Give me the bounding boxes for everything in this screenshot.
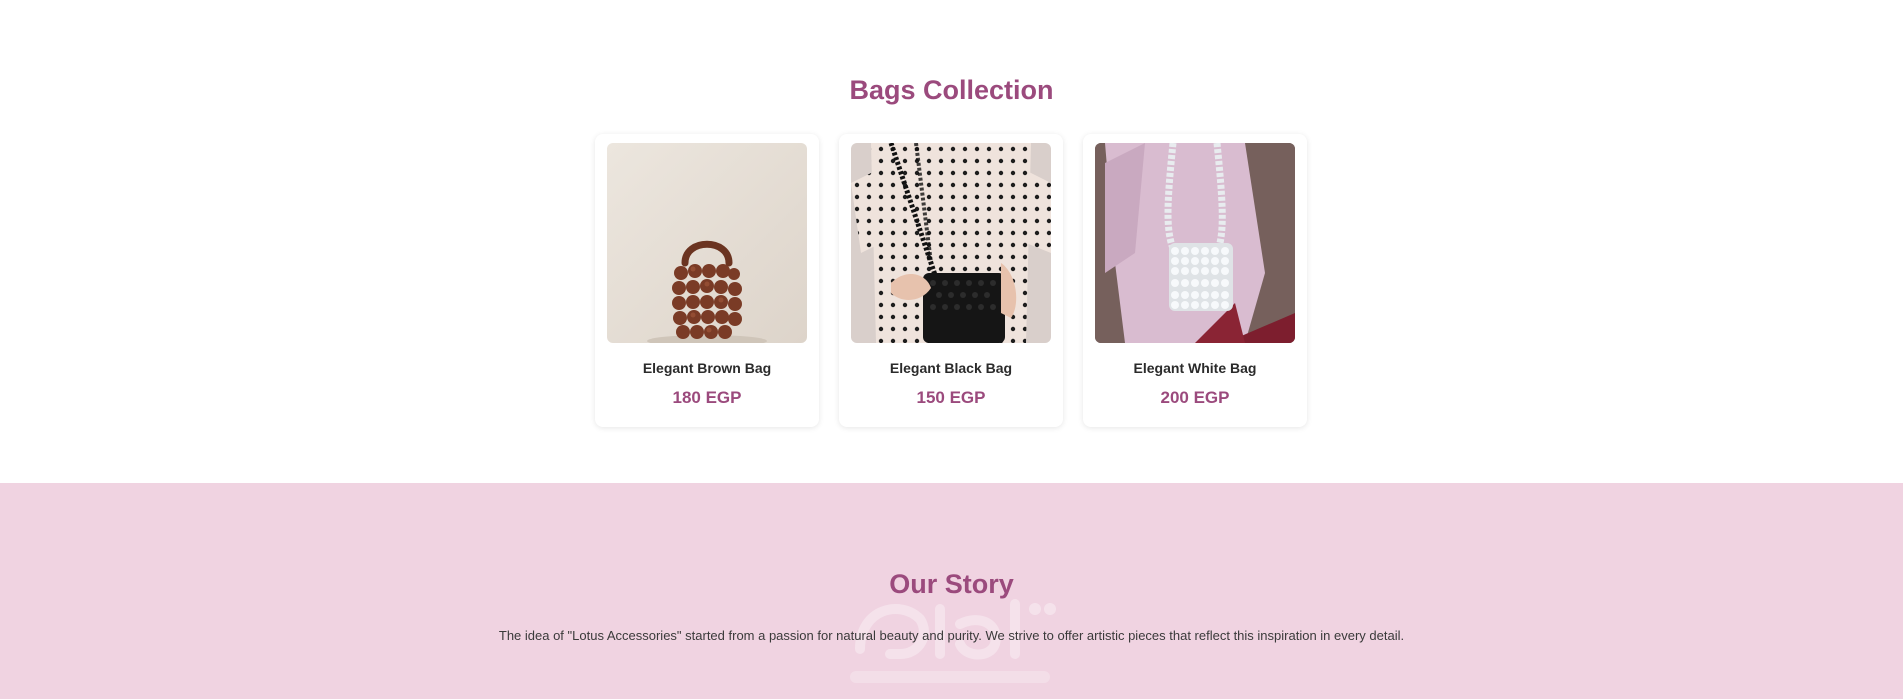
product-card-black-bag[interactable]: Elegant Black Bag 150 EGP: [839, 134, 1063, 427]
bags-collection-title: Bags Collection: [849, 75, 1054, 105]
brown-bag-illustration: [607, 143, 807, 343]
black-bag-illustration: [851, 143, 1051, 343]
product-card-brown-bag[interactable]: Elegant Brown Bag 180 EGP: [595, 134, 819, 427]
product-price: 180 EGP: [672, 388, 742, 407]
product-price: 150 EGP: [916, 388, 986, 407]
product-name: Elegant Brown Bag: [642, 360, 772, 376]
our-story-title: Our Story: [889, 569, 1014, 599]
product-grid: Elegant Brown Bag 180 EGP Elegant Black …: [595, 134, 1307, 427]
product-card-white-bag[interactable]: Elegant White Bag 200 EGP: [1083, 134, 1307, 427]
product-image-white-bag[interactable]: [1095, 143, 1295, 343]
white-bag-illustration: [1095, 143, 1295, 343]
our-story-text: The idea of "Lotus Accessories" started …: [498, 628, 1405, 643]
our-story-section: Our Story The idea of "Lotus Accessories…: [0, 483, 1903, 699]
product-price: 200 EGP: [1160, 388, 1230, 407]
product-name: Elegant White Bag: [1133, 360, 1257, 376]
product-name: Elegant Black Bag: [889, 360, 1013, 376]
product-image-black-bag[interactable]: [851, 143, 1051, 343]
bags-collection-section: Bags Collection Elegant Brown Bag 180 EG…: [0, 0, 1903, 483]
product-image-brown-bag[interactable]: [607, 143, 807, 343]
